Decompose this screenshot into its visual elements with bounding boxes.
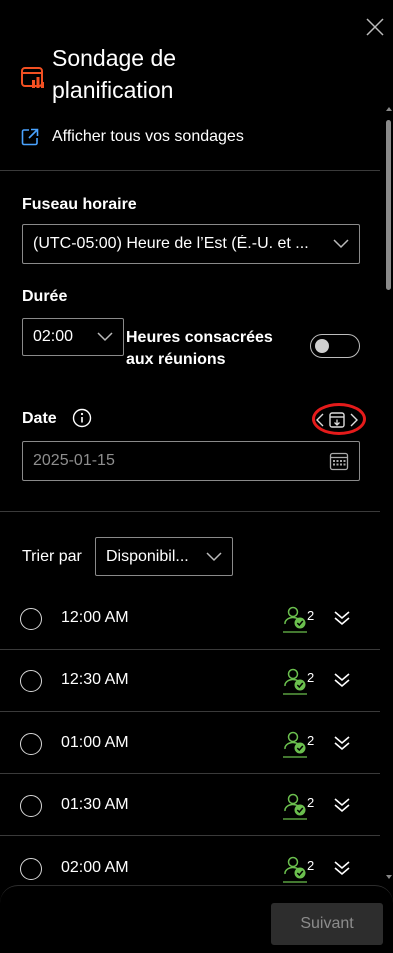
slot-count: 2 <box>307 670 315 685</box>
toggle-knob <box>315 339 329 353</box>
attendees-available-icon[interactable] <box>282 729 308 759</box>
chevron-down-icon <box>206 551 222 561</box>
scrollbar-thumb[interactable] <box>386 120 391 290</box>
chevron-down-icon <box>333 239 349 249</box>
divider <box>0 711 380 712</box>
timezone-value: (UTC-05:00) Heure de l’Est (É.-U. et ... <box>33 235 309 252</box>
title-line-1: Sondage de <box>52 45 177 71</box>
date-label: Date <box>22 410 57 427</box>
expand-icon[interactable] <box>332 672 352 688</box>
divider <box>0 773 380 774</box>
slot-count: 2 <box>307 733 315 748</box>
timezone-label: Fuseau horaire <box>22 196 137 213</box>
slot-radio[interactable] <box>20 670 42 692</box>
slot-count: 2 <box>307 608 315 623</box>
meeting-hours-toggle[interactable] <box>310 334 360 358</box>
slot-time: 12:30 AM <box>61 671 129 688</box>
sort-value: Disponibil... <box>106 547 189 565</box>
timezone-dropdown[interactable]: (UTC-05:00) Heure de l’Est (É.-U. et ... <box>22 224 360 264</box>
divider <box>0 170 380 171</box>
slot-count: 2 <box>307 795 315 810</box>
meeting-hours-line-2: aux réunions <box>126 351 226 368</box>
scheduling-poll-icon <box>20 66 46 92</box>
chevron-down-icon <box>97 332 113 342</box>
time-slot-row[interactable]: 12:30 AM 2 <box>0 650 380 712</box>
next-button[interactable]: Suivant <box>271 903 383 945</box>
page-title: Sondage de planification <box>52 42 176 106</box>
slot-radio[interactable] <box>20 795 42 817</box>
slot-radio[interactable] <box>20 733 42 755</box>
close-button[interactable] <box>364 16 386 38</box>
slot-count: 2 <box>307 858 315 873</box>
sort-dropdown[interactable]: Disponibil... <box>95 537 233 576</box>
date-input[interactable]: 2025-01-15 <box>22 441 360 481</box>
time-slot-row[interactable]: 12:00 AM 2 <box>0 588 380 650</box>
highlight-annotation <box>312 403 366 435</box>
slot-time: 12:00 AM <box>61 609 129 626</box>
close-icon <box>366 18 384 36</box>
attendees-available-icon[interactable] <box>282 604 308 634</box>
meeting-hours-label: Heures consacrées aux réunions <box>126 327 273 371</box>
slot-radio[interactable] <box>20 608 42 630</box>
info-icon[interactable] <box>72 408 92 428</box>
expand-icon[interactable] <box>332 610 352 626</box>
sort-label: Trier par <box>22 548 82 565</box>
duration-dropdown[interactable]: 02:00 <box>22 318 124 356</box>
expand-icon[interactable] <box>332 735 352 751</box>
date-placeholder: 2025-01-15 <box>33 452 115 469</box>
scroll-up-icon[interactable] <box>385 100 393 111</box>
duration-label: Durée <box>22 288 68 305</box>
attendees-available-icon[interactable] <box>282 791 308 821</box>
attendees-available-icon[interactable] <box>282 666 308 696</box>
divider <box>0 835 380 836</box>
divider <box>0 511 380 512</box>
slot-time: 01:00 AM <box>61 734 129 751</box>
time-slot-row[interactable]: 01:00 AM 2 <box>0 713 380 775</box>
title-line-2: planification <box>52 77 174 103</box>
duration-value: 02:00 <box>33 328 74 345</box>
attendees-available-icon[interactable] <box>282 854 308 884</box>
view-all-polls-link[interactable]: Afficher tous vos sondages <box>52 128 244 146</box>
slot-radio[interactable] <box>20 858 42 880</box>
time-slot-row[interactable]: 01:30 AM 2 <box>0 775 380 837</box>
scroll-down-icon[interactable] <box>385 868 393 879</box>
expand-icon[interactable] <box>332 860 352 876</box>
calendar-icon[interactable] <box>329 451 349 471</box>
meeting-hours-line-1: Heures consacrées <box>126 329 273 346</box>
expand-icon[interactable] <box>332 797 352 813</box>
open-external-icon[interactable] <box>20 127 40 147</box>
slot-time: 02:00 AM <box>61 859 129 876</box>
slot-time: 01:30 AM <box>61 796 129 813</box>
